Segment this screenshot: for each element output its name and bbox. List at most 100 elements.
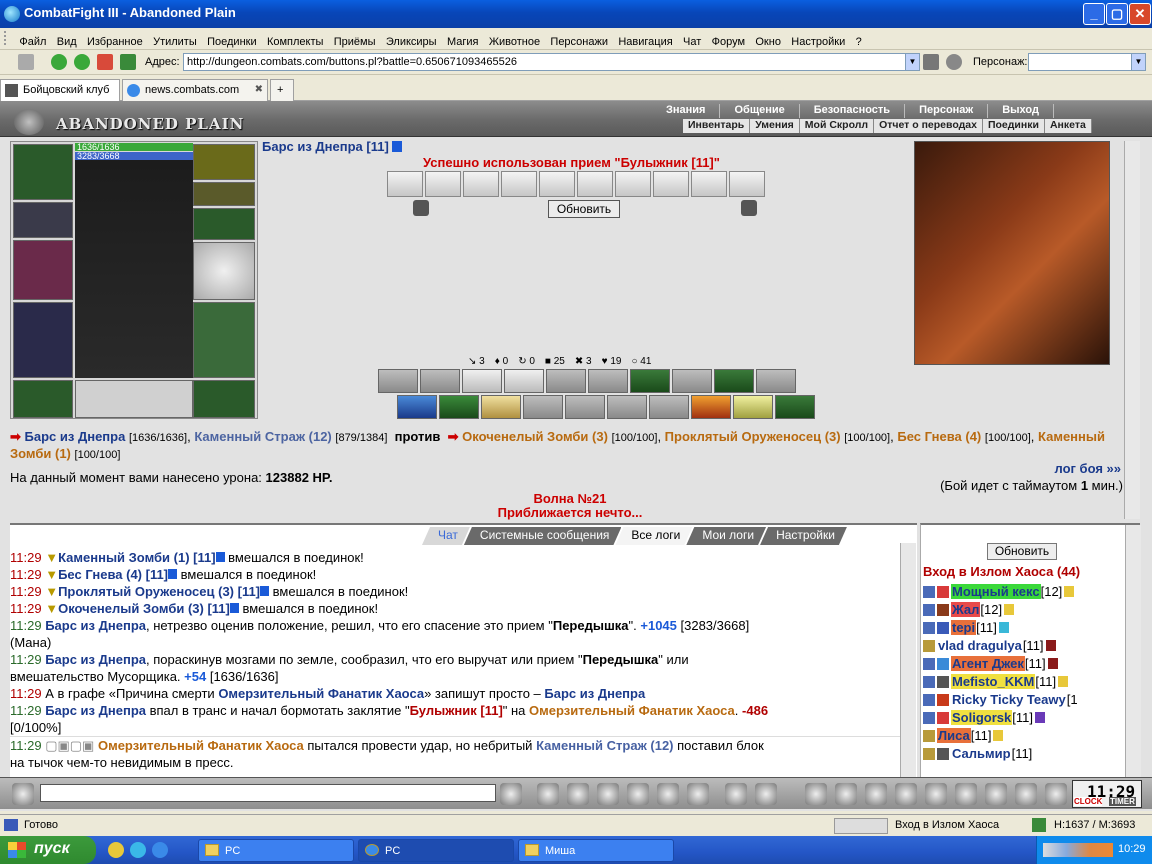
skill-icon[interactable] bbox=[546, 369, 586, 393]
submenu-fights[interactable]: Поединки bbox=[983, 119, 1045, 133]
stop-icon[interactable] bbox=[97, 54, 113, 70]
menu-navigation[interactable]: Навигация bbox=[614, 33, 675, 48]
tab-my-logs[interactable]: Мои логи bbox=[686, 527, 766, 545]
info-icon[interactable] bbox=[260, 586, 270, 596]
info-icon[interactable] bbox=[1034, 712, 1045, 723]
ally-name[interactable]: Каменный Страж (12) bbox=[194, 429, 331, 444]
enemy-name[interactable]: Проклятый Оруженосец (3) bbox=[665, 429, 841, 444]
status-icons[interactable] bbox=[834, 818, 888, 834]
crystal-technique-icon[interactable] bbox=[577, 171, 613, 197]
refresh-button[interactable]: Обновить bbox=[548, 200, 620, 218]
skill-icon[interactable] bbox=[756, 369, 796, 393]
info-icon[interactable] bbox=[168, 569, 178, 579]
pl-icon[interactable] bbox=[657, 783, 679, 805]
chat-scrollbar[interactable] bbox=[900, 543, 916, 779]
skill-icon[interactable] bbox=[588, 369, 628, 393]
close-button[interactable]: ✕ bbox=[1129, 3, 1151, 25]
task-misha[interactable]: Миша bbox=[518, 839, 674, 862]
submenu-profile[interactable]: Анкета bbox=[1045, 119, 1092, 133]
crystal-technique-icon[interactable] bbox=[501, 171, 537, 197]
weapon-slot[interactable] bbox=[13, 240, 73, 300]
user-row[interactable]: Лиса[11] bbox=[923, 727, 1123, 745]
skill-icon[interactable] bbox=[630, 369, 670, 393]
filter-icon[interactable] bbox=[567, 783, 589, 805]
info-icon[interactable] bbox=[1045, 640, 1056, 651]
hand-icon[interactable] bbox=[687, 783, 709, 805]
menu-forum[interactable]: Форум bbox=[708, 33, 748, 48]
tab-chat-settings[interactable]: Настройки bbox=[760, 527, 847, 545]
address-input[interactable]: http://dungeon.combats.com/buttons.pl?ba… bbox=[183, 53, 920, 71]
skill-icon[interactable] bbox=[672, 369, 712, 393]
menu-characters[interactable]: Персонажи bbox=[546, 33, 611, 48]
back-icon[interactable] bbox=[51, 54, 67, 70]
opponent-title[interactable]: Барс из Днепра [11] bbox=[262, 139, 403, 154]
menu-file[interactable]: Файл bbox=[15, 33, 49, 48]
skill-icon[interactable] bbox=[504, 369, 544, 393]
paw-icon[interactable] bbox=[985, 783, 1007, 805]
forward-icon[interactable] bbox=[74, 54, 90, 70]
menu-animal[interactable]: Животное bbox=[485, 33, 543, 48]
menu-security[interactable]: Безопасность bbox=[800, 104, 906, 118]
info-icon[interactable] bbox=[215, 552, 225, 562]
crystal-technique-icon[interactable] bbox=[463, 171, 499, 197]
user-row[interactable]: Агент Джек[11] bbox=[923, 655, 1123, 673]
crystal-technique-icon[interactable] bbox=[539, 171, 575, 197]
pants-slot[interactable] bbox=[193, 302, 255, 378]
opponent-name[interactable]: Барс из Днепра [11] bbox=[262, 139, 389, 154]
knight-icon[interactable] bbox=[805, 783, 827, 805]
chat-input[interactable] bbox=[40, 784, 496, 802]
skill-icon[interactable] bbox=[420, 369, 460, 393]
enemy-name[interactable]: Окоченелый Зомби (3) bbox=[462, 429, 608, 444]
menu-knowledge[interactable]: Знания bbox=[652, 104, 721, 118]
user-row[interactable]: Ricky Ticky Teawy[1 bbox=[923, 691, 1123, 709]
exit-icon[interactable] bbox=[1045, 783, 1067, 805]
skill-icon[interactable] bbox=[714, 369, 754, 393]
info-icon[interactable] bbox=[998, 622, 1009, 633]
go-icon[interactable] bbox=[923, 54, 939, 70]
menu-fights[interactable]: Поединки bbox=[203, 33, 260, 48]
flag-icon[interactable] bbox=[1015, 783, 1037, 805]
crystal-technique-icon[interactable] bbox=[729, 171, 765, 197]
user-icon[interactable] bbox=[946, 54, 962, 70]
spare-slots[interactable] bbox=[75, 380, 193, 418]
boots-slot[interactable] bbox=[193, 380, 255, 418]
character-dropdown[interactable]: ▼ bbox=[1131, 54, 1145, 70]
menu-chat[interactable]: Чат bbox=[679, 33, 704, 48]
enemy-name[interactable]: Бес Гнева (4) bbox=[897, 429, 981, 444]
address-dropdown[interactable]: ▼ bbox=[905, 54, 919, 70]
walk-icon[interactable] bbox=[627, 783, 649, 805]
skill-icon[interactable] bbox=[523, 395, 563, 419]
smiley-menu-icon[interactable] bbox=[12, 783, 34, 805]
user-row[interactable]: Soligorsk[11] bbox=[923, 709, 1123, 727]
skill-icon[interactable] bbox=[378, 369, 418, 393]
user-row[interactable]: vlad dragulya[11] bbox=[923, 637, 1123, 655]
skill-icon[interactable] bbox=[565, 395, 605, 419]
info-icon[interactable] bbox=[229, 603, 239, 613]
submenu-skills[interactable]: Умения bbox=[750, 119, 800, 133]
anchor-icon[interactable] bbox=[18, 54, 34, 70]
menu-help[interactable]: ? bbox=[852, 33, 865, 48]
shield-slot[interactable] bbox=[193, 242, 255, 300]
earring-slot[interactable] bbox=[193, 144, 255, 180]
user-row[interactable]: Сальмир[11] bbox=[923, 745, 1123, 763]
heart-technique-icon[interactable] bbox=[653, 171, 689, 197]
refresh-icon[interactable] bbox=[1032, 818, 1046, 832]
user-row[interactable]: Мощный кекс[12] bbox=[923, 583, 1123, 601]
tab-close-icon[interactable]: ✖ bbox=[255, 84, 263, 95]
submenu-scroll[interactable]: Мой Скролл bbox=[800, 119, 875, 133]
user-row[interactable]: tepi[11] bbox=[923, 619, 1123, 637]
info-icon[interactable] bbox=[1064, 586, 1075, 597]
menu-communication[interactable]: Общение bbox=[720, 104, 800, 118]
info-icon[interactable] bbox=[993, 730, 1004, 741]
mask-icon[interactable] bbox=[925, 783, 947, 805]
clock-tag[interactable]: CLOCK bbox=[1074, 797, 1103, 806]
info-icon[interactable] bbox=[392, 141, 403, 152]
scroll-icon[interactable] bbox=[865, 783, 887, 805]
tab-all-logs[interactable]: Все логи bbox=[615, 527, 692, 545]
heart-technique-icon[interactable] bbox=[691, 171, 727, 197]
menu-window[interactable]: Окно bbox=[751, 33, 784, 48]
tab-combats[interactable]: Бойцовский клуб bbox=[0, 79, 120, 101]
info-icon[interactable] bbox=[1058, 676, 1069, 687]
skill-icon[interactable] bbox=[462, 369, 502, 393]
helmet-icon[interactable] bbox=[755, 783, 777, 805]
